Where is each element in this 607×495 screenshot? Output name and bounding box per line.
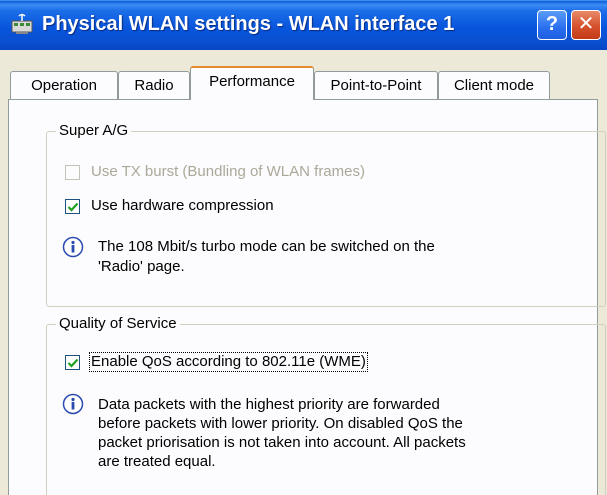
tab-operation[interactable]: Operation [10,71,118,101]
qos-info-line2: before packets with lower priority. On d… [98,415,463,432]
tab-client-mode[interactable]: Client mode [438,71,550,101]
network-adapter-icon [10,13,36,35]
qos-info-line4: are treated equal. [98,453,216,470]
close-icon: ✕ [577,13,595,35]
tab-label: Client mode [453,77,535,94]
qos-title: Quality of Service [56,315,180,333]
super-ag-title: Super A/G [56,122,132,140]
tab-label: Performance [209,73,295,90]
title-bar[interactable]: Physical WLAN settings - WLAN interface … [0,0,607,50]
help-icon: ? [545,13,559,35]
hw-compression-checkbox[interactable] [65,199,80,214]
performance-page: Super A/G Use TX burst (Bundling of WLAN… [8,99,606,495]
tab-label: Point-to-Point [330,77,422,94]
tx-burst-checkbox[interactable] [65,165,80,180]
tx-burst-label: Use TX burst (Bundling of WLAN frames) [91,163,365,180]
enable-qos-label: Enable QoS according to 802.11e (WME) [89,352,368,372]
turbo-info-line2: 'Radio' page. [98,258,185,275]
tab-label: Radio [134,77,174,94]
check-icon [67,358,79,368]
qos-info-line3: packet priorisation is not taken into ac… [98,434,466,451]
info-icon [62,236,84,258]
tab-point-to-point[interactable]: Point-to-Point [314,71,438,101]
qos-info-line1: Data packets with the highest priority a… [98,396,440,413]
tab-performance[interactable]: Performance [190,66,314,100]
hw-compression-label: Use hardware compression [91,197,274,214]
super-ag-group [46,131,606,307]
check-icon [67,202,79,212]
help-button[interactable]: ? [537,10,567,40]
tab-radio[interactable]: Radio [118,71,190,101]
turbo-info-line1: The 108 Mbit/s turbo mode can be switche… [98,238,435,255]
info-icon [62,393,84,415]
tab-label: Operation [31,77,97,94]
enable-qos-checkbox[interactable] [65,355,80,370]
window-title: Physical WLAN settings - WLAN interface … [42,13,455,35]
close-button[interactable]: ✕ [571,10,601,40]
